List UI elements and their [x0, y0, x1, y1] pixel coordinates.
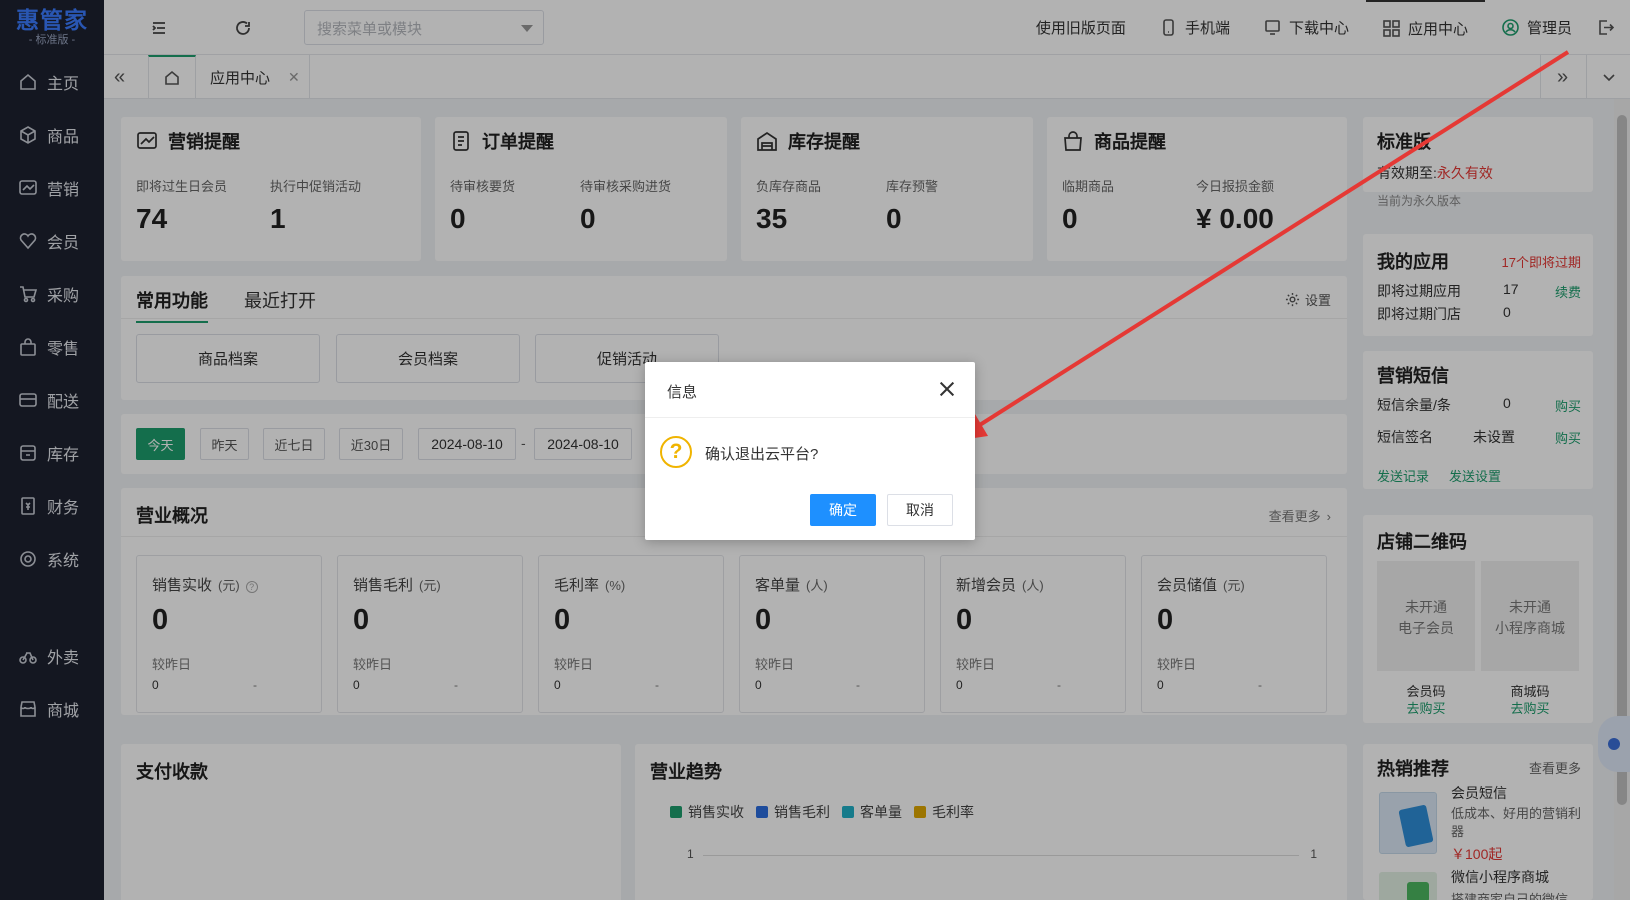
question-icon: ?	[660, 436, 692, 468]
dialog-header: 信息	[645, 362, 975, 418]
cancel-button[interactable]: 取消	[887, 494, 953, 526]
dialog-title: 信息	[667, 384, 698, 401]
confirm-dialog: 信息 ? 确认退出云平台? 确定 取消	[645, 362, 975, 540]
confirm-button[interactable]: 确定	[810, 494, 876, 526]
close-icon[interactable]	[937, 379, 957, 399]
dialog-message: 确认退出云平台?	[705, 446, 819, 463]
